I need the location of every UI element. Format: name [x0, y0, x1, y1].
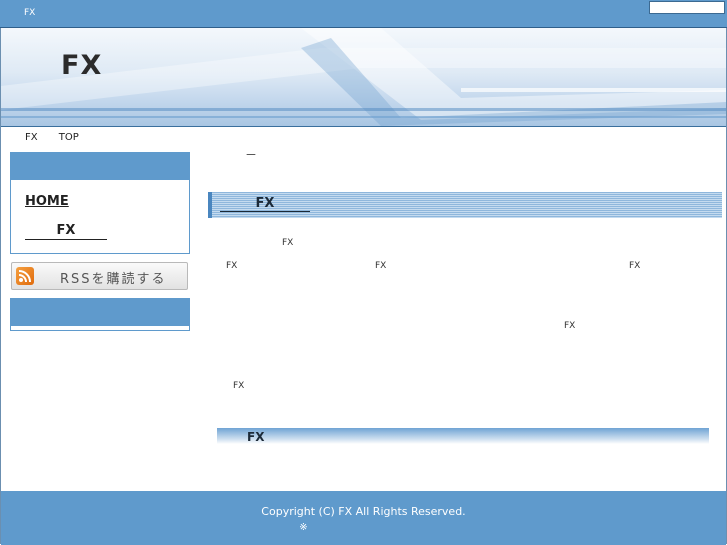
body-text-5: FX	[564, 321, 576, 331]
section-heading: FX	[208, 192, 722, 218]
site-name[interactable]: FX	[24, 8, 35, 18]
body-text-3: FX	[375, 261, 387, 271]
body-text-6: FX	[233, 381, 245, 391]
body-text-2: FX	[226, 261, 238, 271]
copyright-text: Copyright (C) FX All Rights Reserved.	[261, 505, 466, 518]
rss-icon	[16, 267, 34, 285]
section-title[interactable]: FX	[220, 196, 310, 212]
banner-graphic	[1, 28, 726, 126]
rss-subscribe-button[interactable]: RSSを購読する	[11, 262, 188, 290]
search-input[interactable]	[649, 1, 725, 14]
header-banner: FX	[1, 28, 726, 127]
intro-dash: －	[245, 148, 258, 162]
sidebar-box-2	[10, 298, 190, 331]
site-title[interactable]: FX	[61, 50, 102, 81]
body-text-4: FX	[629, 261, 641, 271]
sidebar-item-home[interactable]: HOME	[25, 194, 69, 209]
sidebar-menu: HOME FX	[10, 152, 190, 254]
body-text-1: FX	[282, 238, 294, 248]
breadcrumb-site[interactable]: FX	[25, 132, 38, 143]
top-bar: FX	[0, 0, 727, 28]
sub-heading: FX	[217, 428, 709, 444]
sidebar-box-2-header	[11, 299, 189, 326]
sidebar-item-fx[interactable]: FX	[25, 223, 107, 240]
sub-heading-title: FX	[247, 430, 265, 444]
sidebar-menu-header	[11, 153, 189, 180]
breadcrumb-top[interactable]: TOP	[59, 132, 79, 143]
footer: Copyright (C) FX All Rights Reserved. ※	[1, 491, 726, 545]
breadcrumb: FX TOP	[25, 132, 97, 143]
footer-note: ※	[299, 522, 308, 533]
rss-label: RSSを購読する	[60, 272, 167, 287]
